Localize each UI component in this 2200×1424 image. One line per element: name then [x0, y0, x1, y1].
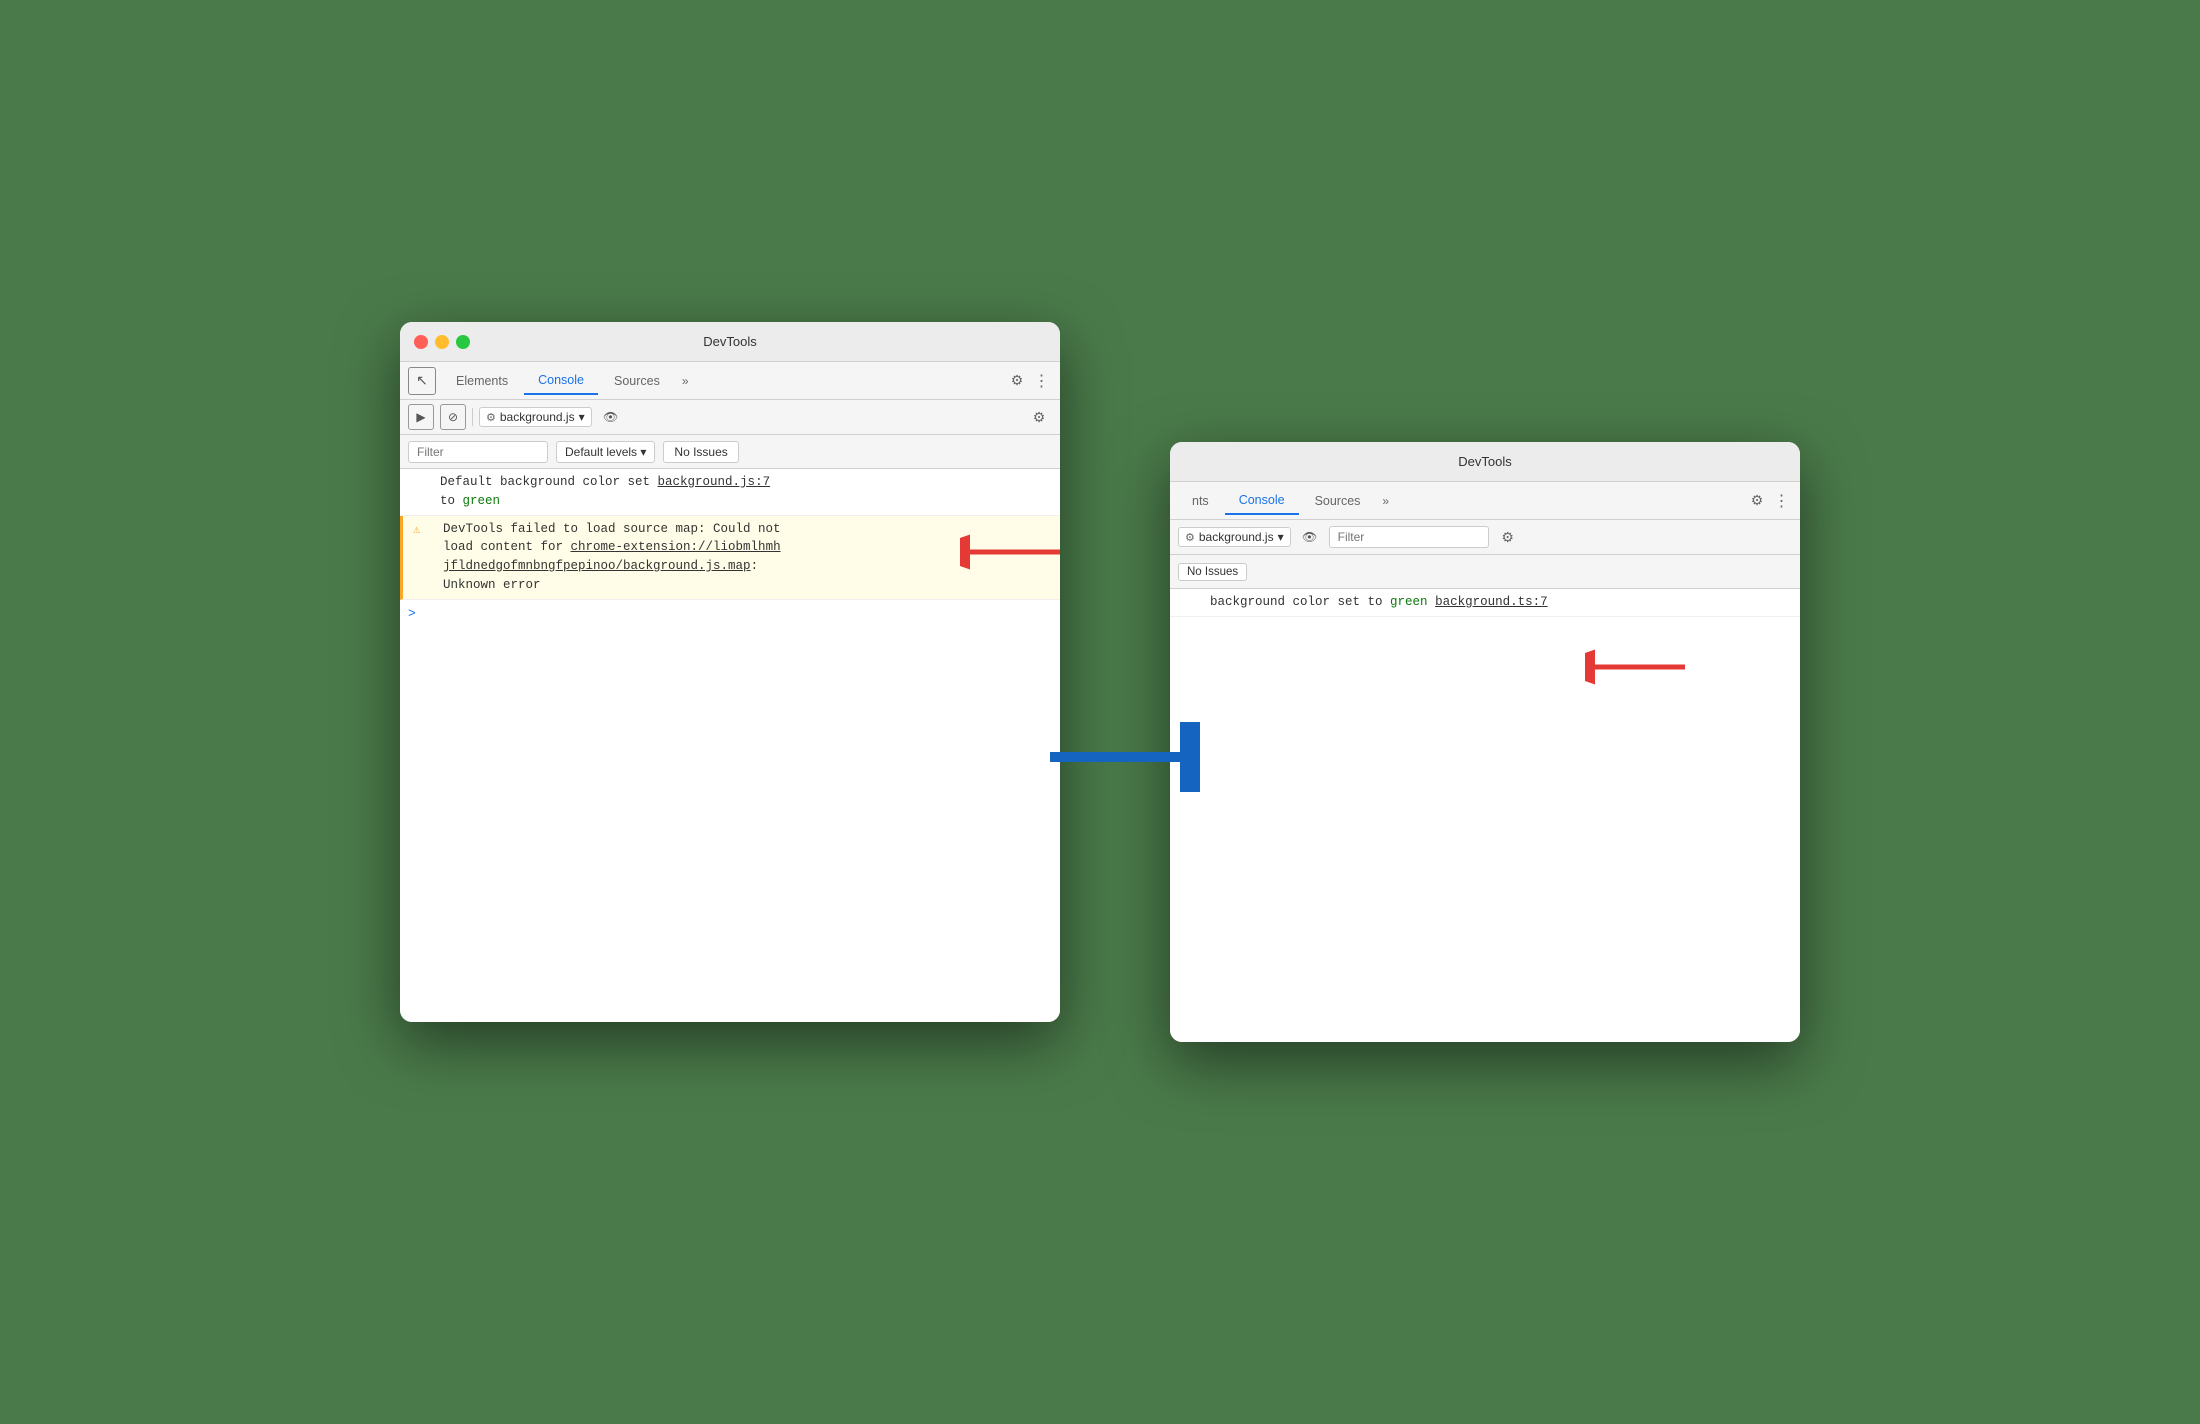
filter-bar-2: No Issues	[1170, 555, 1800, 589]
tab-console-2[interactable]: Console	[1225, 487, 1299, 515]
file-dropdown-2: ▾	[1278, 530, 1284, 544]
file-selector-1[interactable]: ⚙ background.js ▾	[479, 407, 592, 427]
devtools-window-2: DevTools nts Console Sources » ⚙ ⋮ ⚙ bac…	[1170, 442, 1800, 1042]
cursor-icon-1: ↖	[408, 367, 436, 395]
tab-more-2[interactable]: »	[1376, 490, 1395, 512]
execute-btn-1[interactable]: ▶	[408, 404, 434, 430]
more-menu-icon-1[interactable]: ⋮	[1032, 368, 1052, 394]
console-prompt-1[interactable]	[400, 600, 1060, 612]
scene: DevTools ↖ Elements Console Sources » ⚙ …	[400, 262, 1800, 1162]
toolbar-1: ▶ ⊘ ⚙ background.js ▾ 👁 ⚙	[400, 400, 1060, 435]
tab-sources-1[interactable]: Sources	[600, 368, 674, 394]
console-text-info-2: background color set to green background…	[1210, 593, 1792, 612]
window-controls-1	[414, 335, 470, 349]
red-arrow-2	[1585, 647, 1705, 687]
console-line-info-1: Default background color set background.…	[400, 469, 1060, 516]
no-issues-btn-2[interactable]: No Issues	[1178, 563, 1247, 581]
console-link-warning-1[interactable]: chrome-extension://liobmlhmh jfldnedgofm…	[443, 540, 781, 573]
toolbar-2: ⚙ background.js ▾ 👁 ⚙	[1170, 520, 1800, 555]
title-bar-2: DevTools	[1170, 442, 1800, 482]
filter-bar-1: Default levels ▾ No Issues	[400, 435, 1060, 469]
blue-arrow	[1040, 722, 1200, 792]
tab-sources-2[interactable]: Sources	[1301, 488, 1375, 514]
tab-console-1[interactable]: Console	[524, 367, 598, 395]
toolbar-gear-2[interactable]: ⚙	[1495, 524, 1521, 550]
red-arrow-1	[960, 532, 1080, 572]
maximize-button-1[interactable]	[456, 335, 470, 349]
tab-elements-1[interactable]: Elements	[442, 368, 522, 394]
close-button-1[interactable]	[414, 335, 428, 349]
no-issues-btn-1[interactable]: No Issues	[663, 441, 738, 463]
console-green-2: green	[1390, 595, 1428, 609]
eye-icon-2[interactable]: 👁	[1297, 524, 1323, 550]
file-dropdown-1: ▾	[579, 410, 585, 424]
block-btn-1[interactable]: ⊘	[440, 404, 466, 430]
warning-icon-1: ⚠	[413, 521, 420, 539]
console-green-1: green	[463, 494, 501, 508]
title-bar-1: DevTools	[400, 322, 1060, 362]
file-name-2: background.js	[1199, 530, 1274, 544]
window-title-1: DevTools	[703, 334, 756, 349]
tab-elements-2[interactable]: nts	[1178, 488, 1223, 514]
tab-bar-2: nts Console Sources » ⚙ ⋮	[1170, 482, 1800, 520]
settings-icon-1[interactable]: ⚙	[1004, 368, 1030, 394]
file-icon-1: ⚙	[486, 411, 496, 424]
default-levels-btn-1[interactable]: Default levels ▾	[556, 441, 655, 463]
toolbar-gear-1[interactable]: ⚙	[1026, 404, 1052, 430]
file-name-1: background.js	[500, 410, 575, 424]
filter-input-1[interactable]	[408, 441, 548, 463]
file-selector-2[interactable]: ⚙ background.js ▾	[1178, 527, 1291, 547]
console-content-2: background color set to green background…	[1170, 589, 1800, 1042]
minimize-button-1[interactable]	[435, 335, 449, 349]
eye-icon-1[interactable]: 👁	[598, 404, 624, 430]
console-link-2[interactable]: background.ts:7	[1435, 595, 1548, 609]
settings-icon-2[interactable]: ⚙	[1744, 488, 1770, 514]
window-title-2: DevTools	[1458, 454, 1511, 469]
filter-input-2[interactable]	[1329, 526, 1489, 548]
console-text-info-1: Default background color set background.…	[440, 473, 1052, 511]
tab-bar-1: ↖ Elements Console Sources » ⚙ ⋮	[400, 362, 1060, 400]
more-menu-icon-2[interactable]: ⋮	[1772, 488, 1792, 514]
separator-1	[472, 408, 473, 426]
console-link-1[interactable]: background.js:7	[658, 475, 771, 489]
console-line-info-2: background color set to green background…	[1170, 589, 1800, 617]
devtools-window-1: DevTools ↖ Elements Console Sources » ⚙ …	[400, 322, 1060, 1022]
file-icon-2: ⚙	[1185, 531, 1195, 544]
tab-more-1[interactable]: »	[676, 370, 695, 392]
